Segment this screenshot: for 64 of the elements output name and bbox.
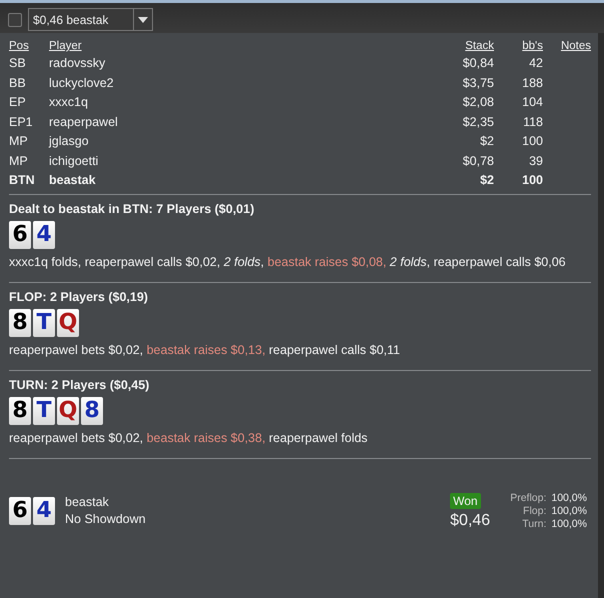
playing-card: 6 (9, 497, 31, 525)
table-cell: EP (9, 93, 49, 112)
playing-card: 8 (9, 308, 31, 336)
table-cell-text: BTN (9, 172, 36, 189)
scrollbar[interactable] (598, 33, 604, 598)
action-line: xxxc1q folds, reaperpawel calls $0,02, 2 folds, beastak raises $0,08, 2 folds, reaperpawel calls $0,06 (9, 254, 567, 268)
street-title: FLOP: 2 Players ($0,19) (9, 290, 149, 304)
player-name: beastak (65, 494, 110, 511)
column-header[interactable]: Pos (9, 39, 49, 54)
table-cell-text: 100 (521, 172, 543, 189)
table-cell-text: $2,08 (462, 94, 494, 111)
caret-icon (138, 16, 148, 22)
street-title: TURN: 2 Players ($0,45) (9, 378, 150, 392)
table-cell: 42 (494, 54, 543, 74)
table-cell-text: MP (9, 152, 29, 170)
table-cell-text: $2 (479, 133, 494, 150)
equity-value: 100,0% (551, 504, 587, 518)
table-cell-text: jglasgo (49, 133, 90, 150)
table-cell-text: SB (9, 55, 27, 72)
playing-card: Q (57, 396, 79, 424)
playing-card: 4 (33, 220, 55, 248)
column-header[interactable]: bb's (494, 39, 543, 54)
won-amount: $0,46 (450, 512, 490, 530)
table-cell-text: radovssky (49, 55, 106, 72)
showdown-text: No Showdown (65, 511, 147, 528)
won-badge: Won (450, 492, 481, 508)
table-cell-text: $0,78 (462, 152, 494, 170)
checkbox[interactable] (8, 12, 22, 26)
table-cell-text: 188 (521, 74, 543, 92)
equity-label: Flop: (522, 504, 546, 518)
hand-dropdown[interactable]: $0,46 beastak (28, 8, 153, 31)
playing-card: Q (57, 308, 79, 336)
playing-card: 6 (9, 220, 31, 248)
column-header[interactable]: Stack (414, 39, 494, 54)
column-header[interactable]: Notes (543, 39, 591, 54)
table-cell-text: ichigoetti (49, 152, 100, 170)
table-cell-text: $2 (479, 172, 494, 189)
table-cell-text: $2,35 (462, 114, 494, 130)
table-cell: MP (9, 132, 49, 152)
playing-card: T (33, 396, 55, 424)
table-cell-text: $0,84 (462, 55, 494, 72)
table-cell-text: luckyclove2 (49, 74, 115, 92)
playing-card: 4 (33, 497, 55, 525)
playing-card: T (33, 308, 55, 336)
column-header[interactable]: Player (49, 39, 414, 54)
table-cell-text: xxxc1q (49, 94, 89, 111)
table-cell-text: $3,75 (462, 74, 494, 92)
table-cell-text: 118 (522, 114, 543, 130)
equity-label: Preflop: (510, 492, 546, 504)
table-cell-text: 39 (528, 152, 543, 170)
equity-label: Turn: (521, 518, 546, 530)
table-cell-text: BB (9, 74, 27, 92)
action-line: reaperpawel bets $0,02, beastak raises $0,38, reaperpawel folds (9, 430, 369, 444)
table-cell-text: beastak (49, 172, 97, 189)
playing-card: 8 (81, 396, 103, 424)
playing-card: 8 (9, 396, 31, 424)
table-cell-text: 100 (521, 133, 543, 150)
table-cell-text: EP1 (9, 114, 34, 130)
equity-value: 100,0% (551, 518, 587, 530)
equity-value: 100,0% (551, 492, 587, 504)
table-cell-text: 104 (521, 94, 543, 111)
street-title: Dealt to beastak in BTN: 7 Players ($0,01) (9, 202, 256, 216)
table-cell-text: reaperpawel (49, 114, 119, 131)
action-line: reaperpawel bets $0,02, beastak raises $0,13, reaperpawel calls $0,11 (9, 342, 401, 356)
